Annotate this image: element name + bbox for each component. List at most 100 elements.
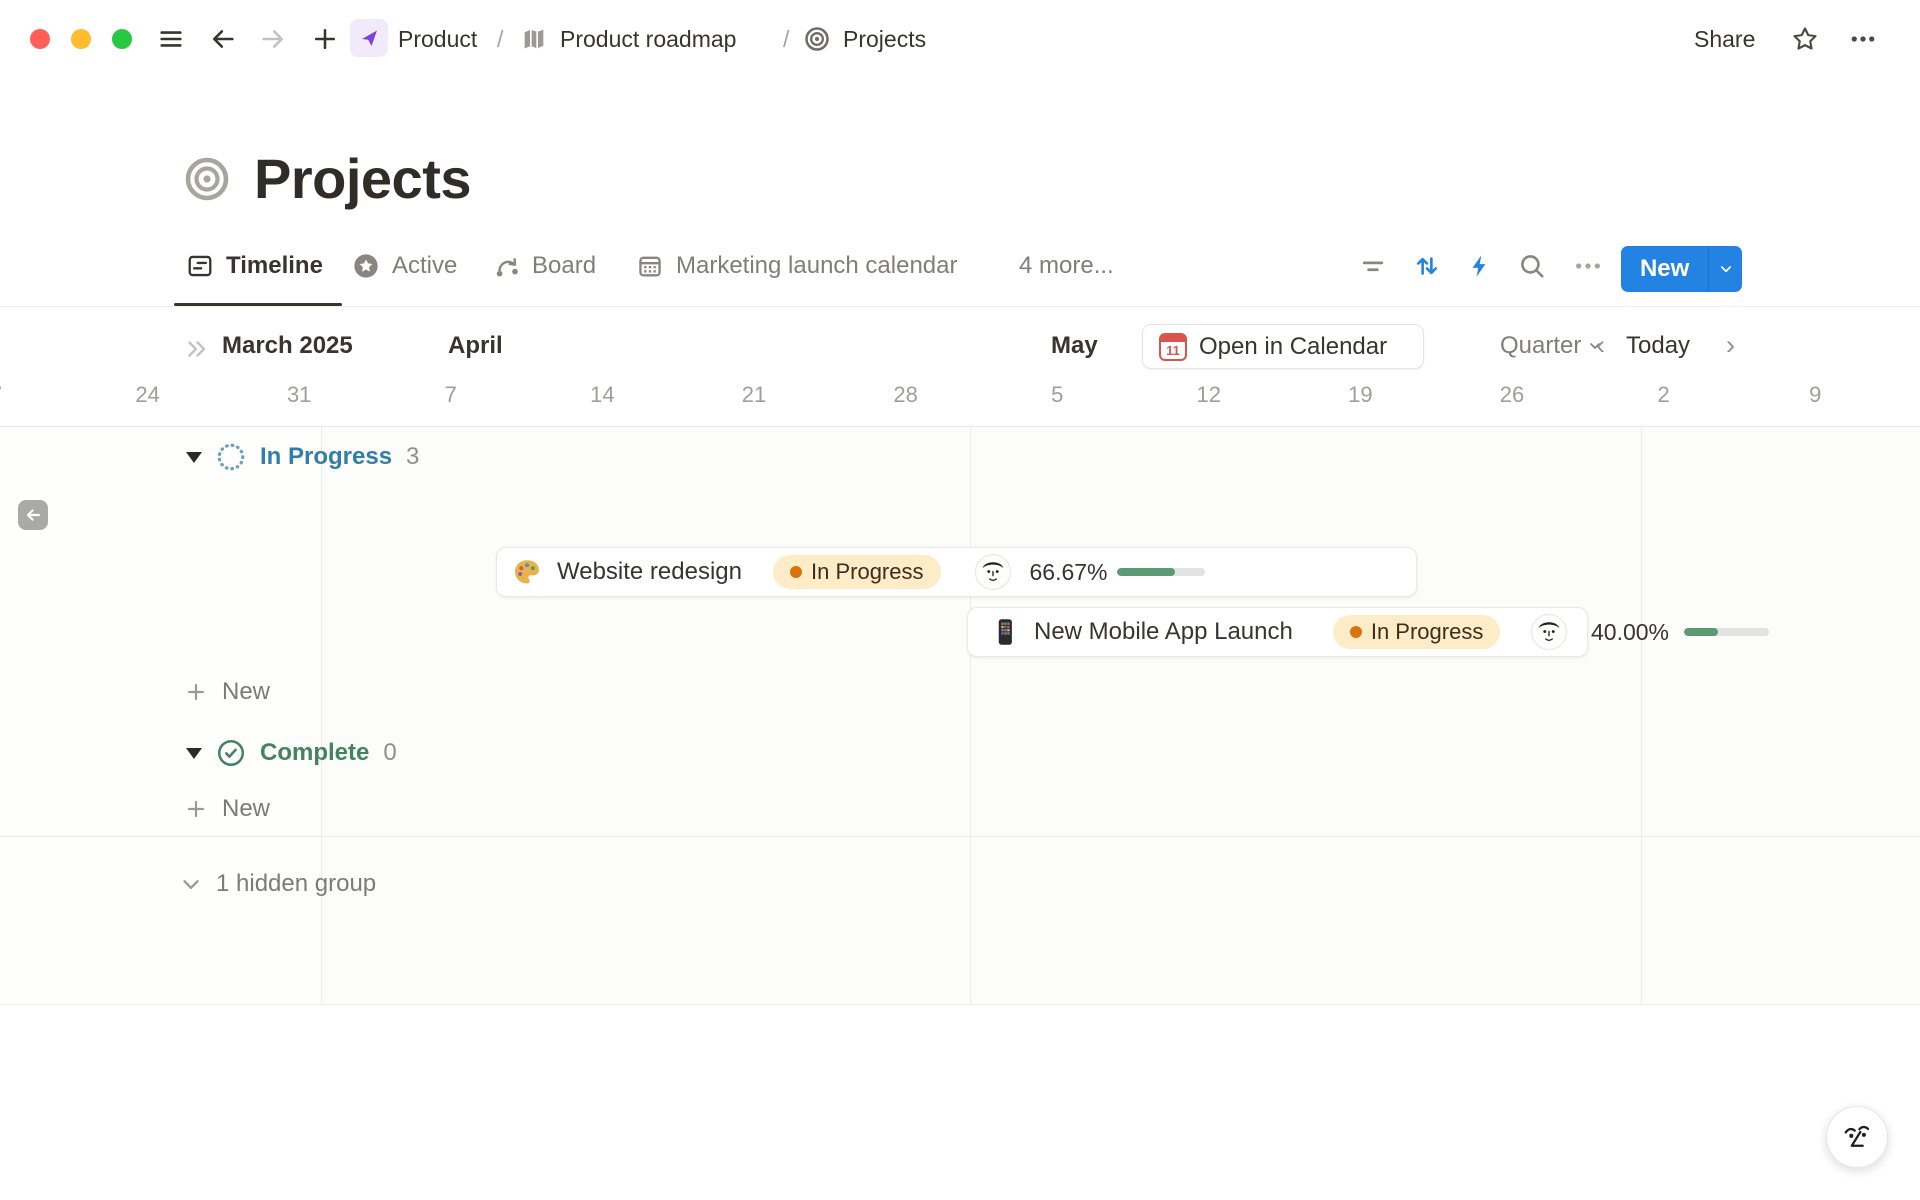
collapse-triangle-icon[interactable] [186,748,202,759]
timeline-card-new-mobile-app-launch[interactable]: New Mobile App Launch In Progress [967,607,1588,657]
date-tick: 7 [445,382,457,408]
tabs-divider [0,306,1920,307]
hidden-group-row[interactable]: 1 hidden group [178,868,376,900]
past-shading [0,427,321,1004]
tab-active[interactable]: Active [352,252,457,280]
date-tick: 5 [1051,382,1063,408]
timeline-zoom-select[interactable]: Quarter [1500,332,1603,360]
breadcrumb-item-projects[interactable]: Projects [843,26,926,53]
prev-period-chevron[interactable]: ‹ [1596,330,1605,361]
group-name[interactable]: In Progress [260,443,392,471]
plus-icon [184,797,208,821]
breadcrumb-separator: / [497,26,503,53]
timeline-view-icon [186,252,214,280]
in-progress-dotted-circle-icon [216,442,246,472]
minimize-window-button[interactable] [71,29,91,49]
assignee-avatar [976,555,1010,589]
breadcrumb-item-product[interactable]: Product [398,26,477,53]
favorite-star-icon[interactable] [1790,24,1820,54]
group-name[interactable]: Complete [260,739,369,767]
progress-percent: 66.67% [1030,559,1108,586]
timeline-card-website-redesign[interactable]: Website redesign In Progress 66.67% [496,547,1417,597]
group-divider [0,836,1920,837]
share-button[interactable]: Share [1694,26,1755,53]
progress-percent: 40.00% [1591,619,1669,646]
breadcrumb-separator: / [783,26,789,53]
ai-assistant-button[interactable] [1826,1106,1888,1168]
back-icon[interactable] [208,24,238,54]
sort-icon[interactable] [1411,250,1443,282]
red-calendar-icon: 11 [1159,333,1187,361]
window-titlebar: Product / Product roadmap / Projects Sha… [0,0,1920,64]
filter-icon[interactable] [1357,250,1389,282]
progress-fill [1684,628,1718,636]
tab-label: Board [532,252,596,280]
month-label-april: April [448,332,503,360]
page-title[interactable]: Projects [254,146,471,211]
card-title: New Mobile App Launch [1034,618,1293,646]
new-button-dropdown[interactable] [1708,246,1742,292]
progress-bar [1684,628,1769,636]
plus-icon [184,680,208,704]
map-icon [519,24,549,54]
group-header-in-progress: In Progress 3 [186,440,419,474]
month-label-may: May [1051,332,1098,360]
month-separator-june [1641,427,1642,1004]
mobile-phone-emoji-icon [990,617,1020,647]
tab-more-views[interactable]: 4 more... [1019,252,1114,280]
zoom-window-button[interactable] [112,29,132,49]
search-icon[interactable] [1516,250,1548,282]
month-label-march: March 2025 [222,332,353,360]
assignee-avatar [1532,615,1566,649]
target-icon [802,24,832,54]
date-tick: 21 [742,382,766,408]
status-badge: In Progress [1333,615,1501,649]
status-dot [790,566,802,578]
today-button[interactable]: Today [1626,332,1690,360]
date-tick: 7 [0,382,2,408]
new-item-row-in-progress[interactable]: New [184,677,270,707]
page-icon-target[interactable] [184,156,230,202]
date-tick: 2 [1657,382,1669,408]
jump-forward-chevrons-icon[interactable] [184,336,210,362]
tab-marketing-launch-calendar[interactable]: Marketing launch calendar [636,252,958,280]
group-header-complete: Complete 0 [186,736,397,770]
progress-fill [1117,568,1176,576]
scroll-left-button[interactable] [18,500,48,530]
group-count: 0 [383,739,396,767]
date-ticks: 724317142128512192629 [0,382,1920,412]
date-tick: 19 [1348,382,1372,408]
next-period-chevron[interactable]: › [1726,330,1735,361]
close-window-button[interactable] [30,29,50,49]
status-dot [1350,626,1362,638]
new-item-row-complete[interactable]: New [184,794,270,824]
view-more-icon[interactable] [1572,250,1604,282]
month-separator-april [321,427,322,1004]
collapse-triangle-icon[interactable] [186,452,202,463]
date-tick: 26 [1500,382,1524,408]
tab-timeline[interactable]: Timeline [186,252,323,280]
more-options-icon[interactable] [1848,24,1878,54]
open-in-calendar-button[interactable]: 11 Open in Calendar [1142,324,1424,369]
tab-label: Marketing launch calendar [676,252,958,280]
board-view-icon [492,252,520,280]
card-title: Website redesign [557,558,742,586]
month-separator-may [970,427,971,1004]
tab-label: Timeline [226,252,323,280]
group-count: 3 [406,443,419,471]
new-button[interactable]: New [1621,246,1708,292]
tab-board[interactable]: Board [492,252,596,280]
date-tick: 28 [893,382,917,408]
palette-emoji-icon [512,557,542,587]
breadcrumb-product-icon[interactable] [350,19,388,57]
ai-face-icon [1838,1118,1876,1156]
forward-icon[interactable] [258,24,288,54]
date-tick: 31 [287,382,311,408]
progress-bar [1117,568,1205,576]
automations-zap-icon[interactable] [1464,250,1496,282]
complete-check-circle-icon [216,738,246,768]
sidebar-toggle-icon[interactable] [156,24,186,54]
new-page-plus-icon[interactable] [310,24,340,54]
timeline-grid [0,426,1920,1005]
breadcrumb-item-roadmap[interactable]: Product roadmap [560,26,736,53]
